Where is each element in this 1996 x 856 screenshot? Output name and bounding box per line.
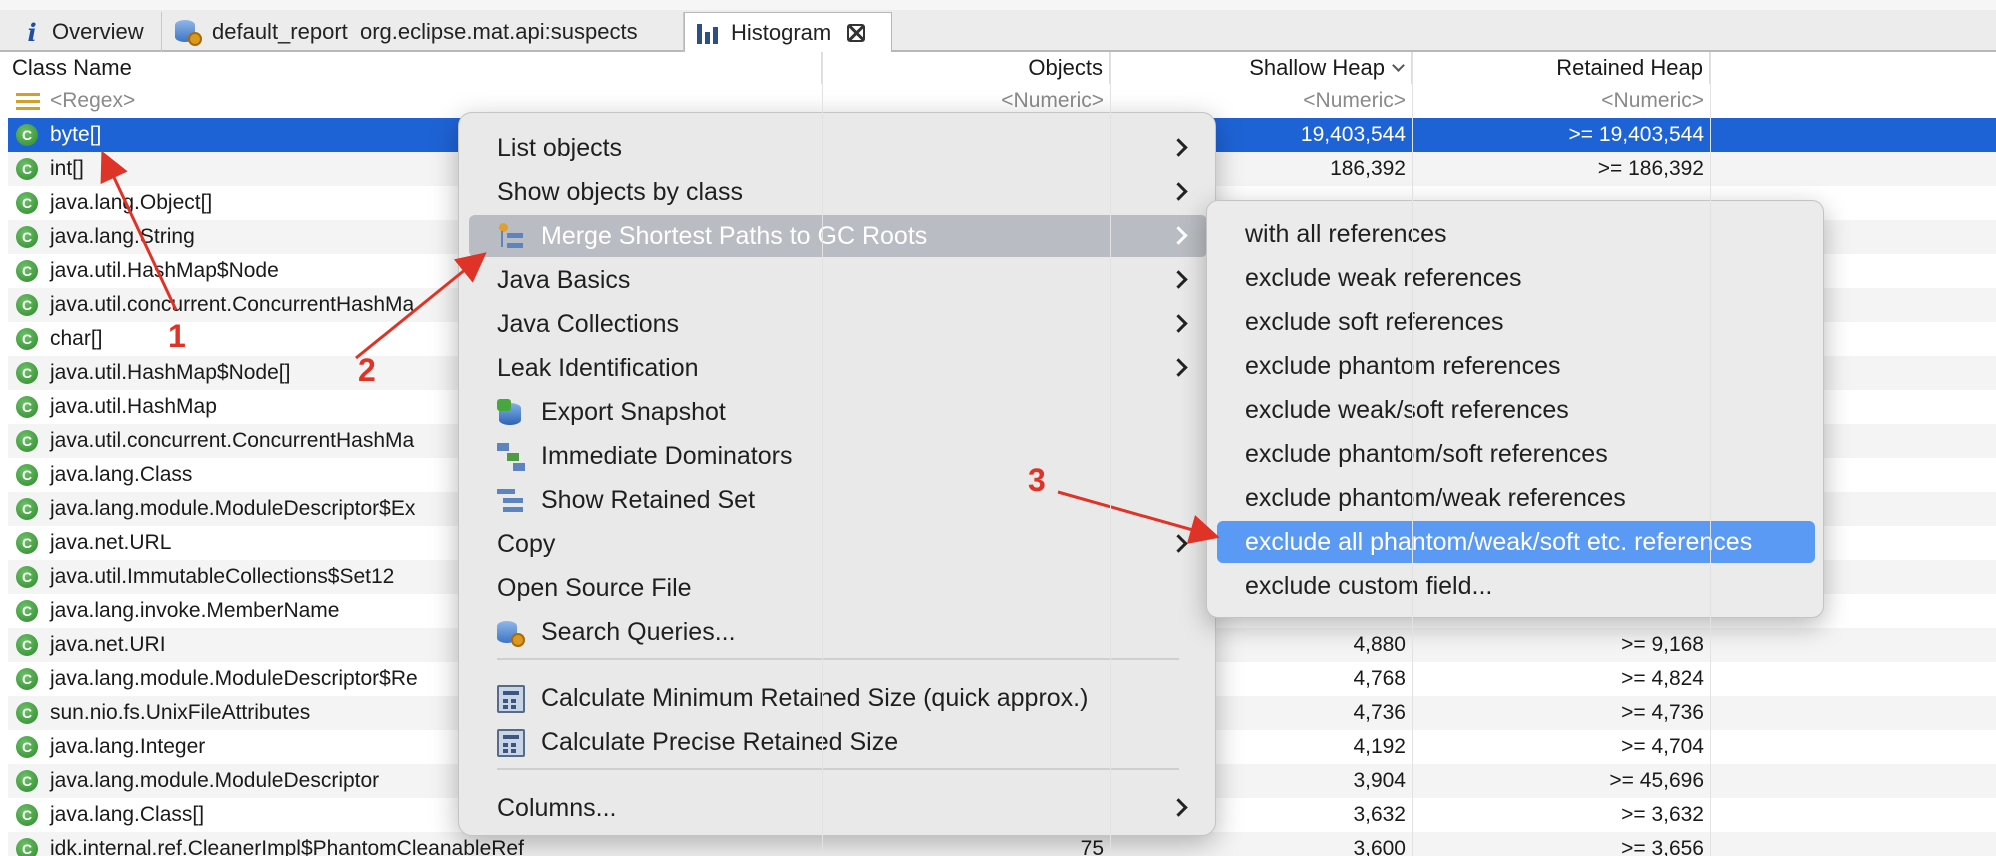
column-divider (1710, 52, 1711, 856)
column-divider (822, 52, 823, 856)
annotation-label-1: 1 (168, 318, 186, 354)
column-divider (1412, 52, 1413, 856)
column-divider (1110, 52, 1111, 856)
annotation-label-2: 2 (358, 352, 376, 388)
annotation-label-3: 3 (1028, 462, 1046, 498)
annotation-arrows (100, 150, 1220, 544)
annotation-arrow-3 (1057, 490, 1220, 544)
annotation-arrow-1 (100, 150, 178, 311)
annotation-arrow-2 (355, 252, 487, 360)
